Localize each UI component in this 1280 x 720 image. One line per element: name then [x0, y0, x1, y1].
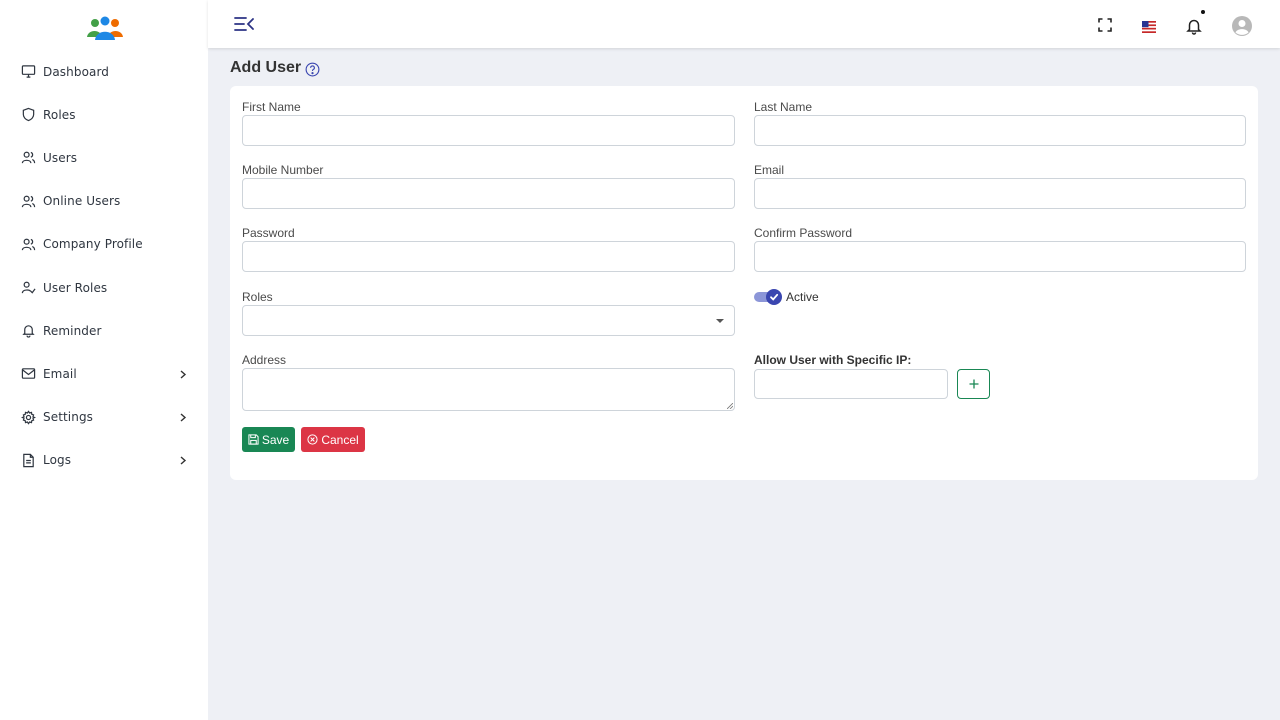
- last-name-label: Last Name: [754, 100, 813, 114]
- email-label: Email: [754, 163, 785, 177]
- password-label: Password: [242, 226, 295, 240]
- bell-icon[interactable]: [1186, 17, 1202, 35]
- check-icon: [770, 293, 779, 301]
- sidebar-item-dashboard[interactable]: Dashboard: [0, 50, 208, 93]
- chevron-right-icon: [180, 456, 187, 465]
- gear-icon: [21, 409, 36, 425]
- roles-label: Roles: [242, 290, 273, 304]
- save-button[interactable]: Save: [242, 427, 295, 452]
- address-label: Address: [242, 353, 287, 367]
- confirm-password-input[interactable]: [754, 241, 1246, 272]
- chevron-down-icon: [716, 319, 724, 323]
- logo-icon: [87, 16, 123, 40]
- chevron-right-icon: [180, 370, 187, 379]
- allow-ip-input[interactable]: [754, 369, 948, 399]
- cancel-button[interactable]: Cancel: [301, 427, 365, 452]
- mail-icon: [21, 366, 36, 381]
- confirm-password-label: Confirm Password: [754, 226, 853, 240]
- bell-icon: [21, 323, 36, 338]
- save-button-label: Save: [261, 432, 290, 447]
- avatar-icon[interactable]: [1232, 16, 1252, 36]
- page-title: Add User: [230, 59, 320, 77]
- sidebar-item-roles[interactable]: Roles: [0, 93, 208, 136]
- resize-grip-icon[interactable]: [727, 403, 733, 409]
- save-icon: [248, 434, 259, 445]
- sidebar-item-label: Dashboard: [43, 64, 110, 79]
- user-check-icon: [21, 280, 36, 295]
- help-icon[interactable]: [305, 62, 320, 77]
- chevron-right-icon: [180, 413, 187, 422]
- sidebar-item-email[interactable]: Email: [0, 352, 208, 395]
- notification-dot: [1201, 10, 1205, 14]
- sidebar-item-logs[interactable]: Logs: [0, 439, 208, 482]
- roles-select[interactable]: [242, 305, 735, 336]
- sidebar-item-label: Logs: [43, 453, 72, 468]
- sidebar-item-label: User Roles: [43, 280, 108, 295]
- allow-ip-label: Allow User with Specific IP:: [754, 353, 912, 367]
- mobile-number-label: Mobile Number: [242, 163, 324, 177]
- fullscreen-icon[interactable]: [1098, 18, 1112, 32]
- sidebar-item-label: Users: [43, 150, 78, 165]
- password-input[interactable]: [242, 241, 735, 272]
- sidebar-item-label: Settings: [43, 410, 94, 425]
- plus-icon: [969, 379, 978, 389]
- menu-collapse-icon[interactable]: [234, 16, 254, 32]
- topbar: [208, 0, 1280, 48]
- toggle-knob: [766, 289, 782, 305]
- shield-icon: [21, 107, 36, 122]
- us-flag-icon[interactable]: [1142, 21, 1156, 33]
- monitor-icon: [21, 64, 36, 79]
- file-icon: [21, 453, 36, 468]
- sidebar-item-users[interactable]: Users: [0, 136, 208, 179]
- cancel-button-label: Cancel: [321, 432, 359, 447]
- first-name-label: First Name: [242, 100, 301, 114]
- address-textarea[interactable]: [242, 368, 735, 411]
- users-icon: [21, 237, 36, 252]
- mobile-number-input[interactable]: [242, 178, 735, 209]
- close-circle-icon: [307, 434, 318, 445]
- users-icon: [21, 194, 36, 209]
- users-icon: [21, 150, 36, 165]
- sidebar-item-label: Company Profile: [43, 237, 143, 252]
- email-input[interactable]: [754, 178, 1246, 209]
- sidebar-item-label: Reminder: [43, 323, 102, 338]
- sidebar-item-online-users[interactable]: Online Users: [0, 180, 208, 223]
- first-name-input[interactable]: [242, 115, 735, 146]
- sidebar: Dashboard Roles Users Online Users Compa…: [0, 0, 208, 720]
- last-name-input[interactable]: [754, 115, 1246, 146]
- sidebar-nav: Dashboard Roles Users Online Users Compa…: [0, 50, 208, 482]
- page-title-text: Add User: [230, 59, 302, 76]
- sidebar-item-user-roles[interactable]: User Roles: [0, 266, 208, 309]
- sidebar-item-settings[interactable]: Settings: [0, 396, 208, 439]
- active-label: Active: [786, 290, 819, 304]
- add-ip-button[interactable]: [957, 369, 990, 399]
- sidebar-item-label: Roles: [43, 107, 76, 122]
- sidebar-item-reminder[interactable]: Reminder: [0, 309, 208, 352]
- sidebar-item-label: Online Users: [43, 194, 121, 209]
- active-toggle[interactable]: [754, 289, 782, 305]
- sidebar-item-company-profile[interactable]: Company Profile: [0, 223, 208, 266]
- sidebar-item-label: Email: [43, 366, 77, 381]
